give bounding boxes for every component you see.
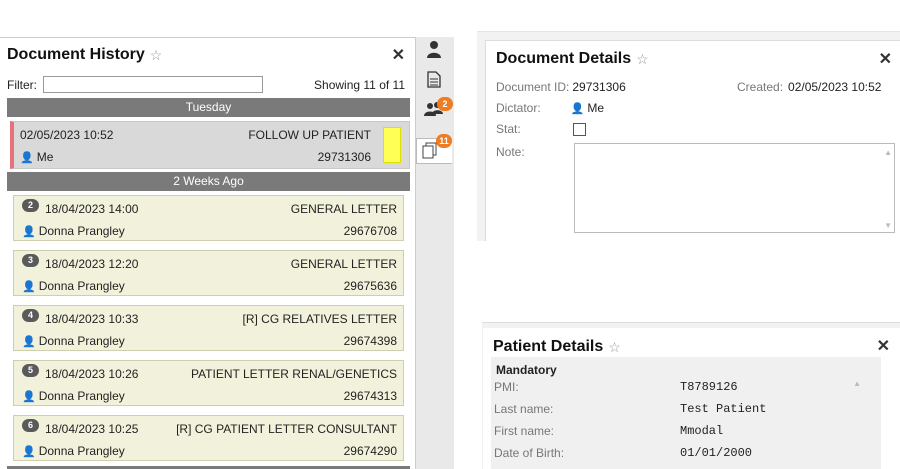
comment-bubble-icon: 6 [22, 418, 39, 432]
list-item[interactable]: 4 18/04/2023 10:33 [R] CG RELATIVES LETT… [13, 305, 404, 351]
item-user: Donna Prangley [38, 389, 125, 403]
item-datetime: 18/04/2023 12:20 [45, 257, 139, 271]
showing-count: Showing 11 of 11 [314, 77, 405, 92]
filter-row: Filter: Showing 11 of 11 [7, 76, 407, 93]
document-details-title: Document Details [496, 50, 632, 67]
document-id-value: 29731306 [572, 80, 626, 94]
documents-stack-icon [422, 142, 438, 163]
created-value: 02/05/2023 10:52 [788, 80, 882, 94]
patient-icon[interactable] [421, 40, 447, 62]
item-user: Me [36, 150, 54, 164]
filter-input[interactable] [43, 76, 263, 93]
dictator-label: Dictator: [496, 101, 541, 115]
side-tab-strip: 2 [416, 37, 454, 469]
dictator-value: Me [587, 101, 605, 115]
scroll-up-icon[interactable]: ▲ [884, 148, 892, 157]
stat-label: Stat: [496, 122, 521, 136]
scroll-up-icon[interactable]: ▲ [853, 379, 861, 388]
item-type: [R] CG PATIENT LETTER CONSULTANT [176, 422, 397, 436]
item-doc-id: 29674398 [343, 334, 397, 348]
item-datetime: 18/04/2023 10:26 [45, 367, 139, 381]
item-user: Donna Prangley [38, 224, 125, 238]
user-icon: 👤 [22, 225, 36, 238]
comment-bubble-icon: 5 [22, 363, 39, 377]
created-label: Created: [737, 80, 784, 94]
comment-bubble-icon: 4 [22, 308, 39, 322]
list-item[interactable]: 3 18/04/2023 12:20 GENERAL LETTER 👤 Donn… [13, 250, 404, 296]
documents-tab[interactable]: 11 [416, 134, 452, 164]
close-history-button[interactable]: ✕ [392, 45, 405, 65]
comment-bubble-icon: 3 [22, 253, 39, 267]
mandatory-section: Mandatory ▲ PMI: T8789126 Last name: Tes… [491, 357, 881, 469]
item-doc-id: 29675636 [343, 279, 397, 293]
close-patient-button[interactable]: ✕ [877, 336, 890, 356]
user-icon: 👤 [20, 151, 34, 164]
item-datetime: 18/04/2023 10:33 [45, 312, 139, 326]
favorite-star-icon[interactable]: ☆ [608, 339, 621, 356]
item-type: GENERAL LETTER [290, 257, 397, 271]
note-textarea[interactable]: ▲ ▼ [574, 143, 895, 233]
list-item[interactable]: 2 18/04/2023 14:00 GENERAL LETTER 👤 Donn… [13, 195, 404, 241]
group-header-2-weeks-ago[interactable]: 2 Weeks Ago [7, 172, 410, 191]
mandatory-section-title: Mandatory [496, 363, 557, 377]
user-icon: 👤 [22, 335, 36, 348]
item-user: Donna Prangley [38, 444, 125, 458]
item-type: GENERAL LETTER [290, 202, 397, 216]
list-item[interactable]: 6 18/04/2023 10:25 [R] CG PATIENT LETTER… [13, 415, 404, 461]
document-history-title: Document History [7, 46, 145, 63]
document-history-panel: Document History ☆ ✕ Filter: Showing 11 … [0, 37, 416, 469]
scroll-down-icon[interactable]: ▼ [884, 221, 892, 230]
document-id-label: Document ID: [496, 80, 570, 94]
patient-details-header: Patient Details ☆ [493, 338, 621, 356]
user-icon: 👤 [22, 280, 36, 293]
sticky-note-icon[interactable] [383, 127, 401, 163]
item-user: Donna Prangley [38, 279, 125, 293]
user-icon: 👤 [570, 102, 585, 115]
patient-details-panel: Patient Details ☆ ✕ Mandatory ▲ PMI: T87… [482, 322, 900, 469]
item-type: PATIENT LETTER RENAL/GENETICS [190, 367, 397, 381]
document-history-header: Document History ☆ [7, 46, 162, 64]
item-type: [R] CG RELATIVES LETTER [242, 312, 397, 326]
favorite-star-icon[interactable]: ☆ [150, 47, 163, 64]
filter-label: Filter: [7, 77, 37, 92]
contacts-badge: 2 [437, 97, 453, 111]
comment-bubble-icon: 2 [22, 198, 39, 212]
selected-document-item[interactable]: 02/05/2023 10:52 FOLLOW UP PATIENT 👤 Me … [10, 121, 410, 169]
item-doc-id: 29674313 [343, 389, 397, 403]
list-item[interactable]: 5 18/04/2023 10:26 PATIENT LETTER RENAL/… [13, 360, 404, 406]
patient-details-title: Patient Details [493, 338, 604, 355]
item-user: Donna Prangley [38, 334, 125, 348]
document-details-panel: Document Details ☆ ✕ Document ID: 297313… [477, 31, 900, 241]
document-icon[interactable] [421, 71, 447, 93]
documents-badge: 11 [436, 134, 452, 148]
user-icon: 👤 [22, 390, 36, 403]
item-datetime: 18/04/2023 14:00 [45, 202, 139, 216]
item-datetime: 18/04/2023 10:25 [45, 422, 139, 436]
item-datetime: 02/05/2023 10:52 [20, 128, 114, 142]
item-doc-id: 29676708 [343, 224, 397, 238]
item-doc-id: 29674290 [343, 444, 397, 458]
stat-checkbox[interactable] [572, 122, 586, 136]
group-header-tuesday[interactable]: Tuesday [7, 98, 410, 117]
user-icon: 👤 [22, 445, 36, 458]
note-label: Note: [496, 145, 525, 159]
document-details-header: Document Details ☆ [496, 50, 649, 68]
close-details-button[interactable]: ✕ [879, 49, 892, 69]
favorite-star-icon[interactable]: ☆ [636, 51, 649, 68]
